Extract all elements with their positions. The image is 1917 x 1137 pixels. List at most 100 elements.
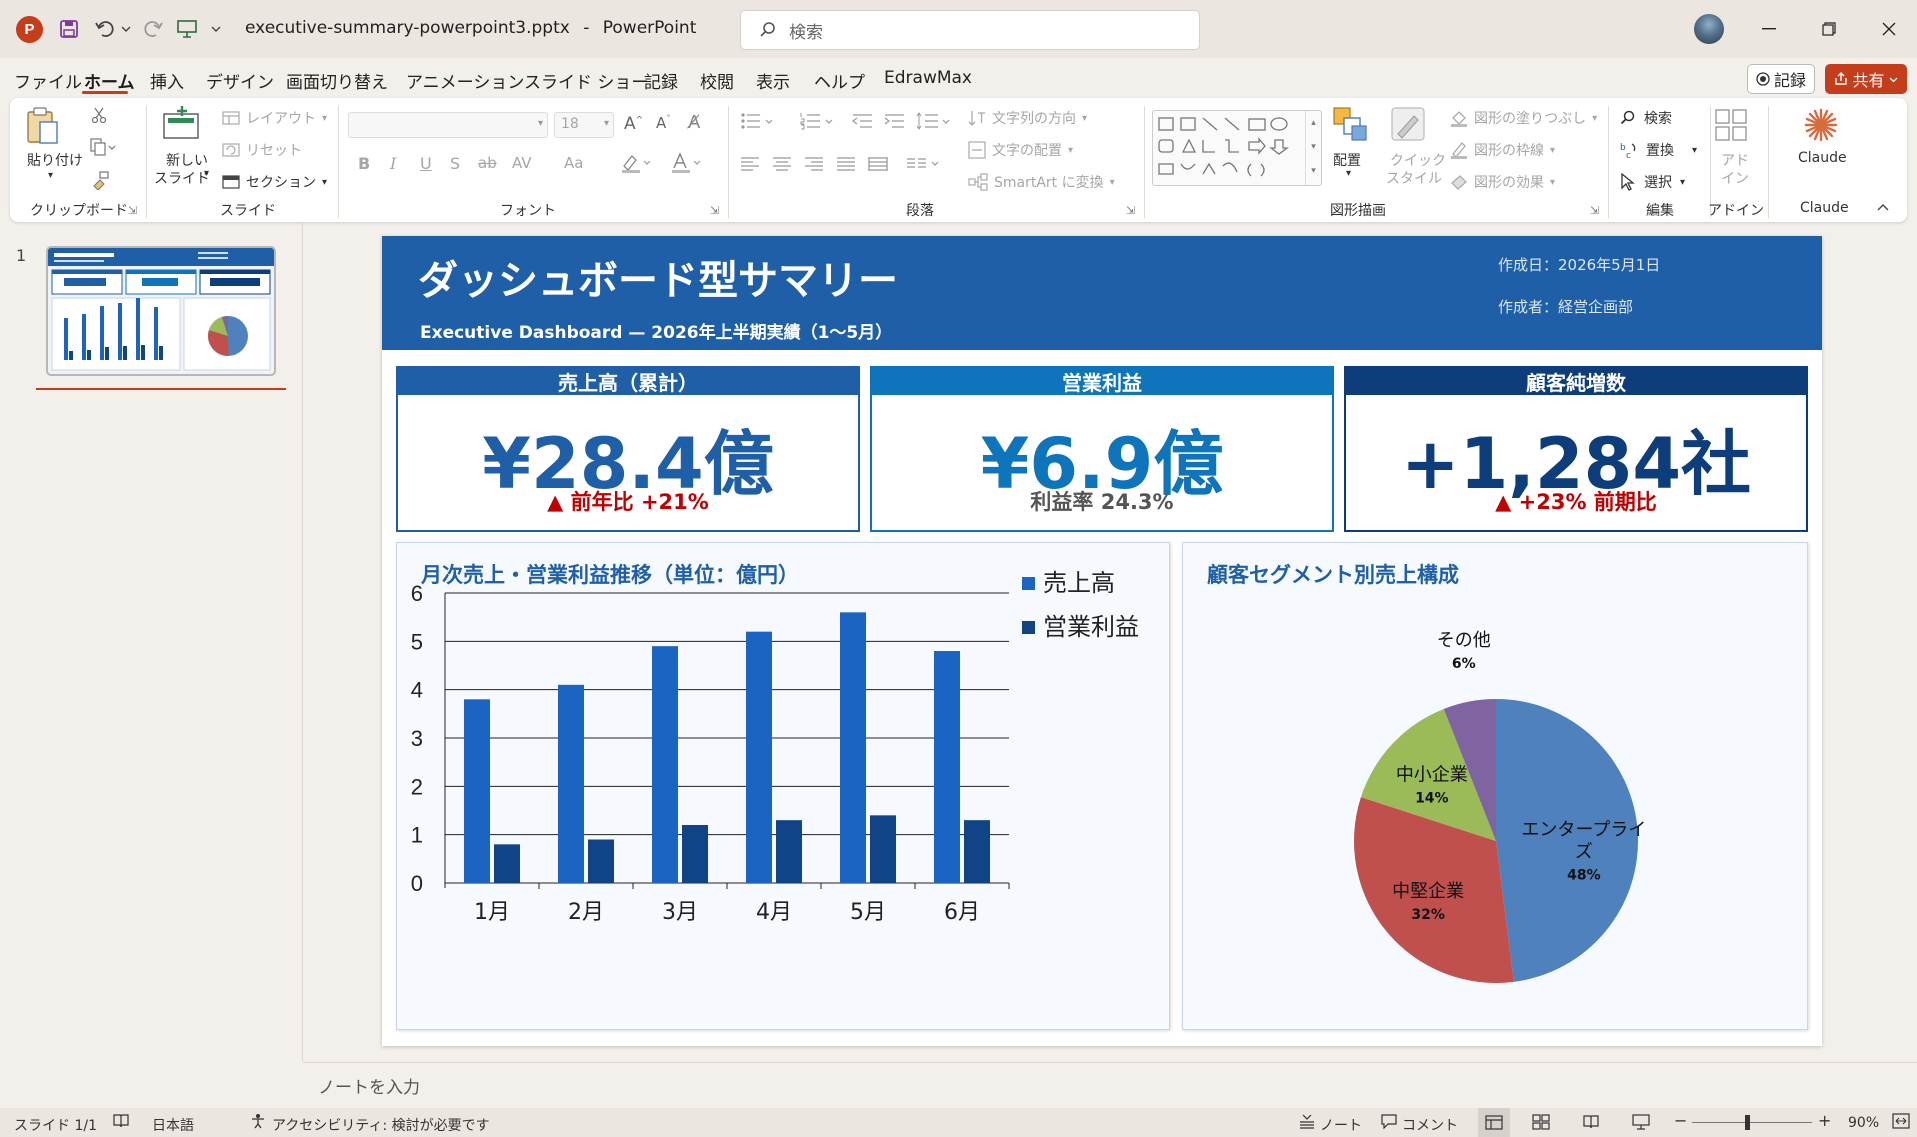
tab-record[interactable]: 記録: [644, 68, 678, 93]
quick-styles-icon[interactable]: [1388, 106, 1428, 144]
zoom-slider-track[interactable]: [1692, 1122, 1812, 1123]
spellcheck-icon[interactable]: [112, 1113, 130, 1129]
character-spacing-button[interactable]: AV: [512, 154, 532, 172]
tab-edrawmax[interactable]: EdrawMax: [884, 68, 972, 88]
accessibility-icon[interactable]: [250, 1113, 266, 1129]
highlight-icon[interactable]: [620, 152, 654, 174]
redo-icon[interactable]: [138, 14, 168, 44]
zoom-in-button[interactable]: +: [1818, 1111, 1831, 1130]
accessibility-status[interactable]: アクセシビリティ: 検討が必要です: [272, 1115, 490, 1135]
shape-outline-button[interactable]: 図形の枠線 ▾: [1450, 140, 1555, 160]
comment-icon[interactable]: [1380, 1113, 1398, 1129]
slide-thumbnail[interactable]: [46, 246, 276, 376]
normal-view-icon[interactable]: [1478, 1108, 1510, 1137]
save-icon[interactable]: [54, 14, 84, 44]
dialog-launcher-icon[interactable]: ⇲: [1126, 204, 1135, 217]
comments-toggle[interactable]: コメント: [1402, 1115, 1458, 1135]
shadow-button[interactable]: S: [450, 154, 460, 173]
numbering-icon[interactable]: [800, 112, 836, 130]
fit-to-window-icon[interactable]: [1892, 1113, 1910, 1129]
select-button[interactable]: 選択 ▾: [1620, 172, 1685, 192]
arrange-label[interactable]: 配置: [1333, 150, 1361, 170]
search-box[interactable]: 検索: [740, 10, 1200, 50]
align-right-icon[interactable]: [804, 156, 824, 172]
tab-design[interactable]: デザイン: [206, 68, 274, 93]
replace-button[interactable]: bc 置換 ▾: [1620, 140, 1697, 160]
undo-icon[interactable]: [90, 14, 120, 44]
kpi-card-customers[interactable]: 顧客純増数 +1,284社 ▲ +23% 前期比: [1344, 366, 1808, 532]
customize-qat-icon[interactable]: [206, 14, 226, 44]
tab-review[interactable]: 校閲: [700, 68, 734, 93]
tab-home[interactable]: ホーム: [84, 68, 135, 93]
minimize-button[interactable]: [1744, 10, 1794, 48]
new-slide-icon[interactable]: [162, 106, 202, 140]
dialog-launcher-icon[interactable]: ⇲: [710, 204, 719, 217]
underline-button[interactable]: U: [420, 154, 432, 173]
dialog-launcher-icon[interactable]: ⇲: [128, 204, 137, 217]
collapse-ribbon-icon[interactable]: [1876, 202, 1890, 212]
bar-chart-panel[interactable]: 月次売上・営業利益推移（単位：億円） 0 1 2 3 4 5 6 1月 2月 3月 4月 5月 6月 売上…: [396, 542, 1170, 1030]
share-button[interactable]: 共有: [1825, 64, 1907, 94]
slide-subtitle[interactable]: Executive Dashboard — 2026年上半期実績（1〜5月）: [420, 318, 892, 343]
record-button[interactable]: 記録: [1747, 64, 1815, 94]
bold-button[interactable]: B: [358, 154, 370, 173]
slide-counter[interactable]: スライド 1/1: [14, 1115, 97, 1135]
align-text-button[interactable]: 文字の配置 ▾: [968, 140, 1073, 160]
notes-placeholder[interactable]: ノートを入力: [318, 1073, 420, 1098]
reset-button[interactable]: リセット: [222, 140, 302, 160]
notes-toggle[interactable]: ノート: [1320, 1115, 1362, 1135]
shape-effects-button[interactable]: 図形の効果 ▾: [1450, 172, 1555, 192]
strikethrough-button[interactable]: ab: [478, 154, 497, 172]
dialog-launcher-icon[interactable]: ⇲: [1590, 204, 1599, 217]
new-slide-label-2[interactable]: スライド: [154, 168, 210, 188]
paste-icon[interactable]: [24, 106, 60, 146]
claude-sunburst-icon[interactable]: [1804, 108, 1838, 142]
restore-button[interactable]: [1804, 10, 1854, 48]
add-ins-icon[interactable]: [1714, 108, 1748, 142]
distributed-icon[interactable]: [868, 156, 888, 172]
tab-view[interactable]: 表示: [756, 68, 790, 93]
cut-icon[interactable]: [90, 106, 108, 124]
layout-button[interactable]: レイアウト ▾: [222, 108, 327, 128]
chevron-down-icon[interactable]: ▾: [1346, 168, 1351, 179]
zoom-out-button[interactable]: −: [1674, 1111, 1687, 1130]
quick-styles-label-2[interactable]: スタイル: [1386, 168, 1442, 188]
italic-button[interactable]: I: [390, 154, 396, 173]
close-button[interactable]: [1864, 10, 1914, 48]
new-slide-label-1[interactable]: 新しい: [166, 150, 208, 170]
decrease-indent-icon[interactable]: [852, 112, 874, 130]
tab-insert[interactable]: 挿入: [150, 68, 184, 93]
chevron-down-icon[interactable]: ▾: [48, 170, 53, 181]
shape-fill-button[interactable]: 図形の塗りつぶし ▾: [1450, 108, 1597, 128]
tab-help[interactable]: ヘルプ: [814, 68, 865, 93]
arrange-icon[interactable]: [1332, 106, 1368, 142]
slideshow-view-icon[interactable]: [1632, 1113, 1650, 1130]
created-date[interactable]: 作成日：2026年5月1日: [1498, 254, 1660, 275]
notes-pane[interactable]: [303, 1062, 1917, 1108]
zoom-slider-thumb[interactable]: [1745, 1115, 1750, 1130]
tab-slideshow[interactable]: スライド ショー: [524, 68, 648, 93]
tab-animations[interactable]: アニメーション: [406, 68, 524, 93]
author[interactable]: 作成者：経営企画部: [1498, 296, 1633, 317]
pie-chart-panel[interactable]: 顧客セグメント別売上構成 エンタープライズ 48% 中堅企業 32% 中小企業 14% その…: [1182, 542, 1808, 1030]
kpi-card-profit[interactable]: 営業利益 ¥6.9億 利益率 24.3%: [870, 366, 1334, 532]
user-avatar[interactable]: [1694, 14, 1724, 44]
add-ins-label-1[interactable]: アド: [1721, 150, 1749, 170]
line-spacing-icon[interactable]: [916, 112, 952, 130]
justify-icon[interactable]: [836, 156, 856, 172]
decrease-font-icon[interactable]: Aˇ: [656, 114, 671, 132]
undo-dropdown-icon[interactable]: [118, 14, 134, 44]
zoom-level[interactable]: 90%: [1848, 1115, 1879, 1131]
change-case-button[interactable]: Aa: [564, 154, 583, 172]
claude-button-label[interactable]: Claude: [1798, 150, 1847, 166]
tab-transitions[interactable]: 画面切り替え: [286, 68, 388, 93]
tab-file[interactable]: ファイル: [14, 68, 82, 93]
align-left-icon[interactable]: [740, 156, 760, 172]
presentation-start-icon[interactable]: [172, 14, 202, 44]
smartart-button[interactable]: SmartArt に変換 ▾: [968, 172, 1115, 192]
kpi-card-sales[interactable]: 売上高（累計） ¥28.4億 ▲ 前年比 +21%: [396, 366, 860, 532]
text-direction-button[interactable]: 文字列の方向 ▾: [968, 108, 1087, 128]
increase-indent-icon[interactable]: [884, 112, 906, 130]
chevron-down-icon[interactable]: ▾: [204, 168, 209, 179]
font-name-combobox[interactable]: ▾: [348, 112, 548, 138]
